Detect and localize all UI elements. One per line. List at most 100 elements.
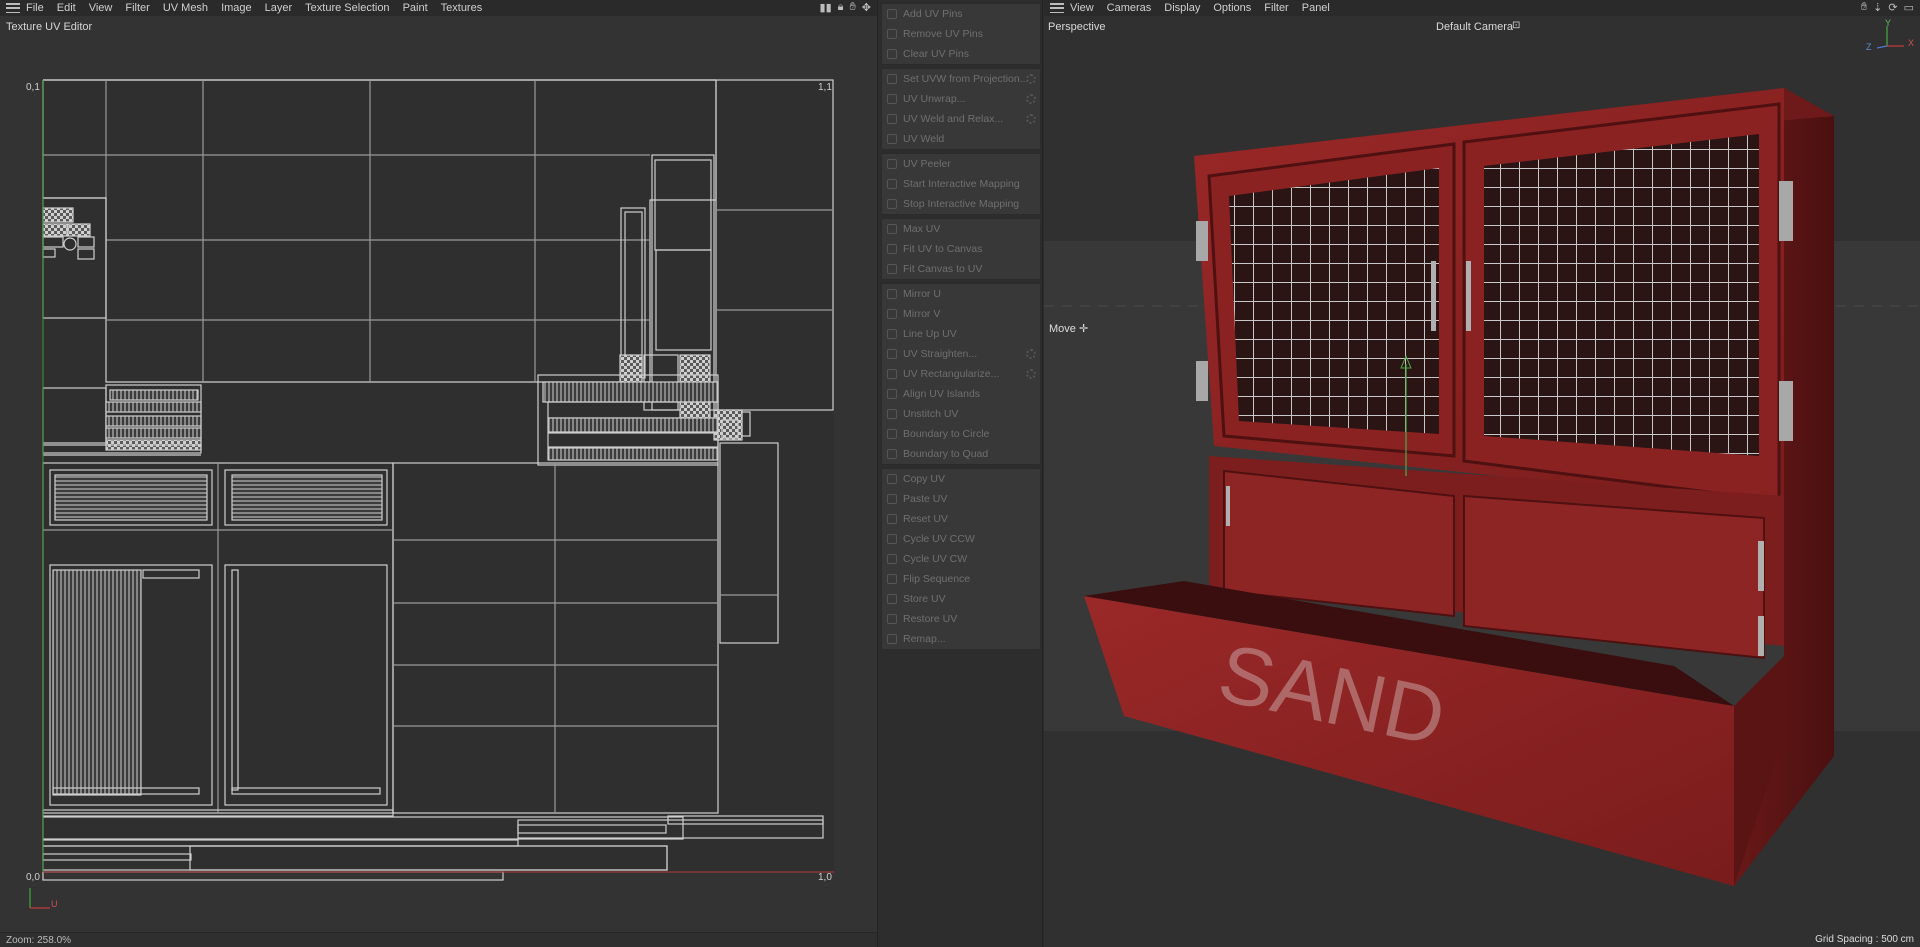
mirror-u-command[interactable]: Mirror U xyxy=(882,284,1040,304)
command-label: Set UVW from Projection... xyxy=(903,73,1029,85)
viewport-menu-cameras[interactable]: Cameras xyxy=(1107,2,1159,14)
viewport-menu-options[interactable]: Options xyxy=(1213,2,1258,14)
viewport-menu-display[interactable]: Display xyxy=(1164,2,1207,14)
uv-unwrap-command[interactable]: UV Unwrap... xyxy=(882,89,1040,109)
store-uv-command[interactable]: Store UV xyxy=(882,589,1040,609)
viewport-menu-filter[interactable]: Filter xyxy=(1264,2,1295,14)
gear-icon[interactable] xyxy=(1026,369,1036,379)
command-group: Max UV Fit UV to Canvas Fit Canvas to UV xyxy=(881,218,1041,280)
align-uv-islands-icon xyxy=(887,389,897,399)
uv-menu-filter[interactable]: Filter xyxy=(125,2,156,14)
mirror-v-command[interactable]: Mirror V xyxy=(882,304,1040,324)
set-uvw-from-projection-icon xyxy=(887,74,897,84)
command-label: Fit Canvas to UV xyxy=(903,263,983,275)
add-uv-pins-command[interactable]: Add UV Pins xyxy=(882,4,1040,24)
uv-menu-layer[interactable]: Layer xyxy=(265,2,300,14)
clear-uv-pins-icon xyxy=(887,49,897,59)
cycle-uv-ccw-icon xyxy=(887,534,897,544)
grid-spacing-readout: Grid Spacing : 500 cm xyxy=(1815,934,1914,945)
uv-weld-command[interactable]: UV Weld xyxy=(882,129,1040,149)
hamburger-menu-icon[interactable] xyxy=(1050,3,1064,13)
stop-interactive-mapping-command[interactable]: Stop Interactive Mapping xyxy=(882,194,1040,214)
boundary-to-circle-command[interactable]: Boundary to Circle xyxy=(882,424,1040,444)
uv-straighten-icon xyxy=(887,349,897,359)
command-label: UV Straighten... xyxy=(903,348,978,360)
copy-uv-command[interactable]: Copy UV xyxy=(882,469,1040,489)
cycle-uv-cw-command[interactable]: Cycle UV CW xyxy=(882,549,1040,569)
uv-menu-view[interactable]: View xyxy=(89,2,120,14)
fit-canvas-to-uv-command[interactable]: Fit Canvas to UV xyxy=(882,259,1040,279)
uv-rectangularize-command[interactable]: UV Rectangularize... xyxy=(882,364,1040,384)
uv-menu-edit[interactable]: Edit xyxy=(57,2,83,14)
pan-hand-icon[interactable]: ✋︎ xyxy=(1861,1,1867,14)
remap-command[interactable]: Remap... xyxy=(882,629,1040,649)
restore-uv-command[interactable]: Restore UV xyxy=(882,609,1040,629)
tool-name: Move xyxy=(1049,323,1076,335)
gear-icon[interactable] xyxy=(1026,74,1036,84)
uv-menu-uv-mesh[interactable]: UV Mesh xyxy=(163,2,215,14)
axis-y-label: Y xyxy=(1885,18,1892,28)
uv-menu-textures[interactable]: Textures xyxy=(441,2,490,14)
uv-straighten-command[interactable]: UV Straighten... xyxy=(882,344,1040,364)
cycle-uv-ccw-command[interactable]: Cycle UV CCW xyxy=(882,529,1040,549)
uv-peeler-command[interactable]: UV Peeler xyxy=(882,154,1040,174)
max-uv-command[interactable]: Max UV xyxy=(882,219,1040,239)
move-arrows-icon[interactable]: ✥ xyxy=(862,1,871,14)
command-label: UV Peeler xyxy=(903,158,951,170)
copy-uv-icon xyxy=(887,474,897,484)
remap-icon xyxy=(887,634,897,644)
uv-menu-image[interactable]: Image xyxy=(221,2,259,14)
uv-weld-and-relax-icon xyxy=(887,114,897,124)
command-group: Mirror U Mirror V Line Up UV UV Straighten.… xyxy=(881,283,1041,465)
line-up-uv-icon xyxy=(887,329,897,339)
viewport-menubar: View Cameras Display Options Filter Panel ✋︎ … xyxy=(1044,0,1920,16)
viewport-menu-panel[interactable]: Panel xyxy=(1302,2,1337,14)
command-label: UV Rectangularize... xyxy=(903,368,1000,380)
command-group: Set UVW from Projection... UV Unwrap... UV… xyxy=(881,68,1041,150)
uv-rectangularize-icon xyxy=(887,369,897,379)
viewport-menu-view[interactable]: View xyxy=(1070,2,1101,14)
set-uvw-from-projection-command[interactable]: Set UVW from Projection... xyxy=(882,69,1040,89)
uv-editor-view-icons: ▮▮ 🔒︎ ✋︎ ✥ xyxy=(820,1,871,14)
uv-weld-icon xyxy=(887,134,897,144)
max-uv-icon xyxy=(887,224,897,234)
align-uv-islands-command[interactable]: Align UV Islands xyxy=(882,384,1040,404)
histogram-icon[interactable]: ▮▮ xyxy=(820,1,832,14)
gear-icon[interactable] xyxy=(1026,114,1036,124)
fit-uv-to-canvas-command[interactable]: Fit UV to Canvas xyxy=(882,239,1040,259)
remove-uv-pins-command[interactable]: Remove UV Pins xyxy=(882,24,1040,44)
line-up-uv-command[interactable]: Line Up UV xyxy=(882,324,1040,344)
perspective-viewport[interactable]: View Cameras Display Options Filter Panel ✋︎ … xyxy=(1044,0,1920,947)
rotate-icon[interactable]: ⟳ xyxy=(1888,1,1897,14)
uv-editor-menubar: File Edit View Filter UV Mesh Image Layer Textu… xyxy=(0,0,877,16)
pan-hand-icon[interactable]: ✋︎ xyxy=(850,1,856,14)
uv-weld-and-relax-command[interactable]: UV Weld and Relax... xyxy=(882,109,1040,129)
paste-uv-command[interactable]: Paste UV xyxy=(882,489,1040,509)
flip-sequence-icon xyxy=(887,574,897,584)
command-label: Boundary to Circle xyxy=(903,428,990,440)
hamburger-menu-icon[interactable] xyxy=(6,3,20,13)
paste-uv-icon xyxy=(887,494,897,504)
dolly-arrows-icon[interactable]: ⇣ xyxy=(1873,1,1882,14)
viewport-scene[interactable]: SAND xyxy=(1044,16,1920,931)
command-label: Align UV Islands xyxy=(903,388,981,400)
uv-peeler-icon xyxy=(887,159,897,169)
axis-z-label: Z xyxy=(1866,42,1872,52)
flip-sequence-command[interactable]: Flip Sequence xyxy=(882,569,1040,589)
unstitch-uv-command[interactable]: Unstitch UV xyxy=(882,404,1040,424)
gear-icon[interactable] xyxy=(1026,94,1036,104)
gear-icon[interactable] xyxy=(1026,349,1036,359)
command-label: Fit UV to Canvas xyxy=(903,243,983,255)
uv-menu-texture-selection[interactable]: Texture Selection xyxy=(305,2,396,14)
uv-commands-panel: Add UV Pins Remove UV Pins Clear UV Pins Se… xyxy=(877,0,1043,947)
u-axis-label: U xyxy=(51,899,58,909)
uv-canvas[interactable] xyxy=(0,60,877,940)
clear-uv-pins-command[interactable]: Clear UV Pins xyxy=(882,44,1040,64)
uv-menu-file[interactable]: File xyxy=(26,2,51,14)
boundary-to-quad-command[interactable]: Boundary to Quad xyxy=(882,444,1040,464)
start-interactive-mapping-command[interactable]: Start Interactive Mapping xyxy=(882,174,1040,194)
reset-uv-command[interactable]: Reset UV xyxy=(882,509,1040,529)
lock-icon[interactable]: 🔒︎ xyxy=(838,1,844,14)
maximize-icon[interactable]: ▭ xyxy=(1904,1,1914,14)
uv-menu-paint[interactable]: Paint xyxy=(403,2,435,14)
